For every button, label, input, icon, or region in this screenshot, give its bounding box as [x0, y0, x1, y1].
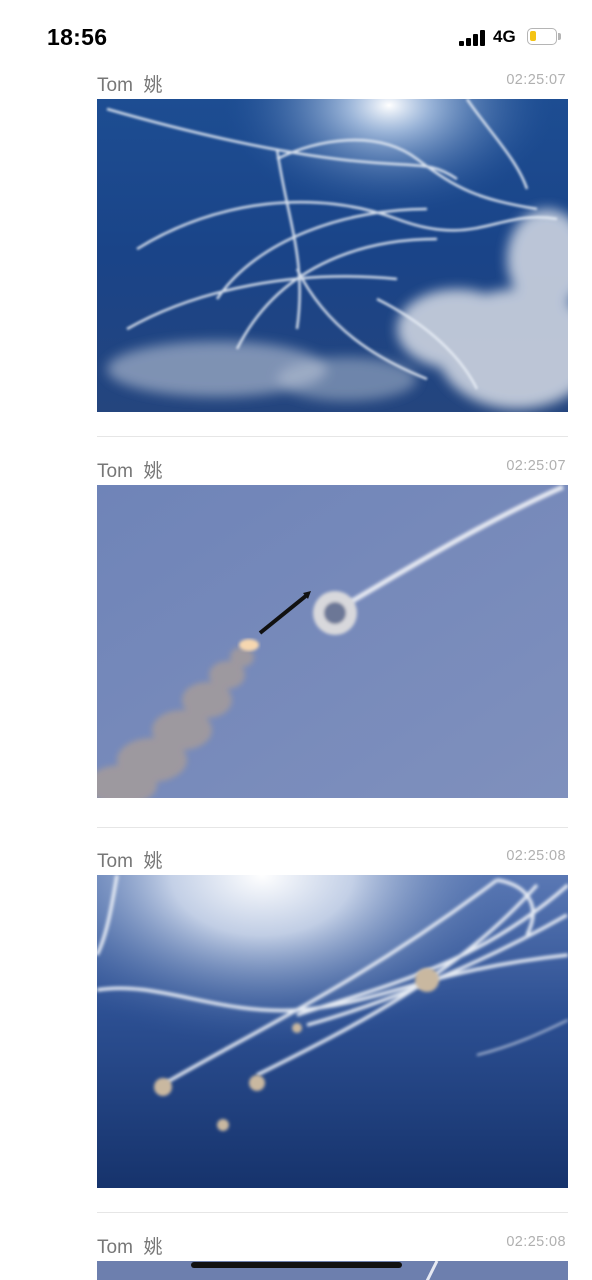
feed-item: Tom 姚 02:25:07: [97, 70, 568, 415]
status-time: 18:56: [47, 24, 108, 50]
status-bar: 18:56 4G: [0, 0, 592, 72]
divider: [97, 436, 568, 437]
battery-icon: [527, 28, 557, 45]
feed-item: Tom 姚 02:25:08: [97, 1232, 568, 1280]
post-photo[interactable]: [97, 875, 568, 1188]
rocket-interception-photo-icon: [97, 485, 568, 798]
post-timestamp: 02:25:07: [506, 458, 566, 474]
post-photo[interactable]: [97, 99, 568, 412]
battery-tip: [558, 33, 561, 40]
network-type: 4G: [493, 27, 516, 46]
author-name[interactable]: Tom 姚: [97, 1232, 162, 1259]
post-photo[interactable]: [97, 485, 568, 798]
author-name[interactable]: Tom 姚: [97, 846, 162, 873]
author-name[interactable]: Tom 姚: [97, 70, 162, 97]
missile-trails-photo-icon: [97, 99, 568, 412]
post-timestamp: 02:25:07: [506, 72, 566, 88]
home-indicator[interactable]: [191, 1262, 402, 1268]
post-timestamp: 02:25:08: [506, 848, 566, 864]
feed-item: Tom 姚 02:25:08: [97, 846, 568, 1191]
divider: [97, 1212, 568, 1213]
interceptor-explosions-photo-icon: [97, 875, 568, 1188]
feed-item: Tom 姚 02:25:07: [97, 456, 568, 801]
signal-icon: [459, 30, 487, 46]
post-timestamp: 02:25:08: [506, 1234, 566, 1250]
author-name[interactable]: Tom 姚: [97, 456, 162, 483]
divider: [97, 827, 568, 828]
